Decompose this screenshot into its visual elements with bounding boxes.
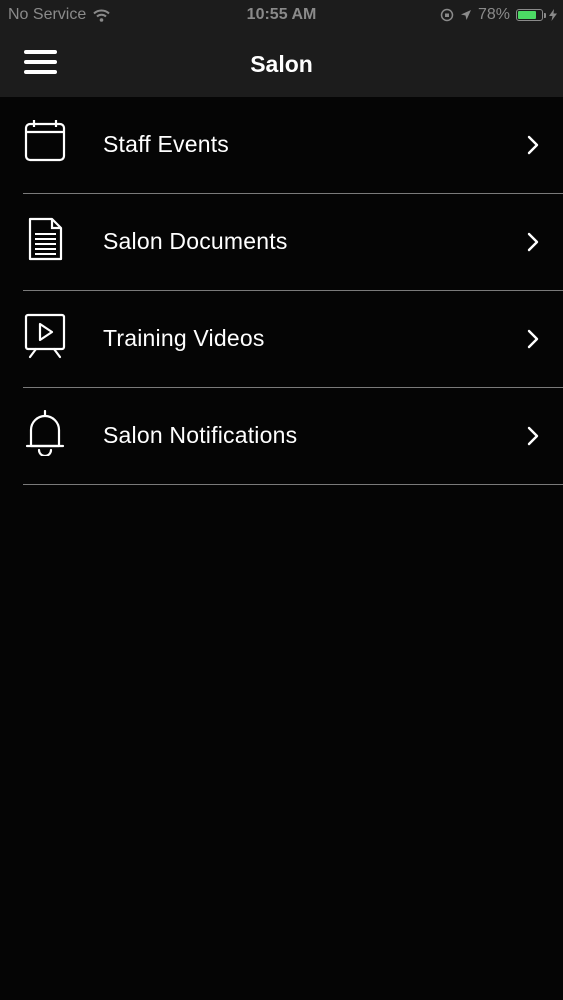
navigation-bar: Salon: [0, 32, 563, 97]
orientation-lock-icon: [440, 8, 454, 22]
bell-icon: [25, 410, 65, 456]
location-icon: [460, 10, 471, 20]
chevron-right-icon: [527, 426, 539, 446]
menu-item-salon-notifications[interactable]: Salon Notifications: [0, 388, 563, 485]
page-title: Salon: [250, 51, 313, 77]
divider: [23, 484, 563, 485]
chevron-right-icon: [527, 135, 539, 155]
status-right: 78%: [440, 6, 557, 24]
battery-level: [518, 11, 536, 19]
menu-item-training-videos[interactable]: Training Videos: [0, 291, 563, 388]
status-bar: No Service 10:55 AM 78%: [0, 0, 563, 32]
calendar-icon: [24, 120, 66, 162]
battery-percent: 78%: [477, 6, 510, 23]
menu-item-label: Salon Notifications: [103, 422, 298, 448]
menu-item-staff-events[interactable]: Staff Events: [0, 97, 563, 194]
menu-item-label: Training Videos: [103, 325, 265, 351]
battery-icon: [516, 9, 546, 21]
chevron-right-icon: [527, 329, 539, 349]
salon-screen: No Service 10:55 AM 78% Salon Staff Even…: [0, 0, 563, 1000]
document-icon: [28, 217, 63, 261]
menu-item-label: Staff Events: [103, 131, 229, 157]
menu-item-label: Salon Documents: [103, 228, 288, 254]
video-presentation-icon: [24, 313, 66, 359]
chevron-right-icon: [527, 232, 539, 252]
menu-item-salon-documents[interactable]: Salon Documents: [0, 194, 563, 291]
charging-icon: [549, 9, 557, 21]
menu-list: Staff Events Salon Documents Training Vi…: [0, 97, 563, 485]
